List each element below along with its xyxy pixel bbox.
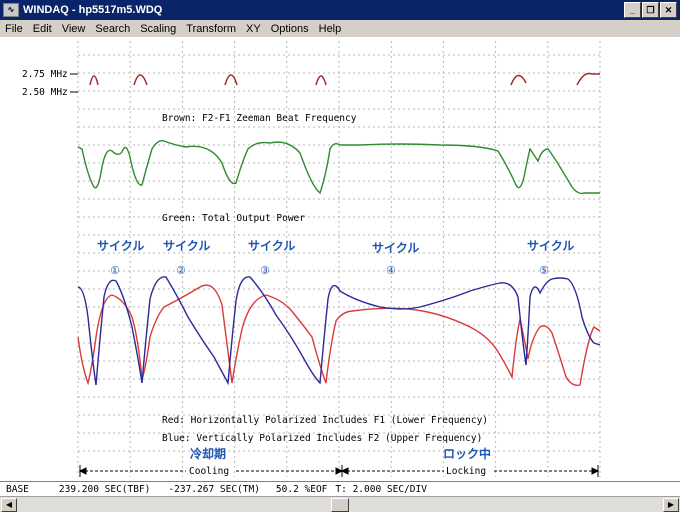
scroll-right-icon[interactable]: ▶: [663, 498, 679, 512]
menu-view[interactable]: View: [57, 23, 91, 35]
cycle-label-4: サイクル: [372, 241, 419, 255]
cycle-number-3: ③: [260, 264, 270, 277]
status-eof: 50.2 %EOF: [275, 484, 328, 495]
red-label: Red: Horizontally Polarized Includes F1 …: [162, 415, 488, 426]
cycle-number-2: ②: [176, 264, 186, 277]
title-bar: ∿ WINDAQ - hp5517m5.WDQ _ ❐ ✕: [0, 0, 680, 20]
window-controls: _ ❐ ✕: [624, 2, 677, 18]
locking-jp-label: ロック中: [443, 446, 491, 461]
status-bar: BASE 239.200 SEC(TBF) -237.267 SEC(TM) 5…: [0, 481, 680, 497]
menu-help[interactable]: Help: [314, 23, 347, 35]
cycle-number-5: ⑤: [539, 264, 549, 277]
scroll-thumb[interactable]: [331, 498, 349, 512]
status-tm: -237.267 SEC(TM): [168, 484, 260, 495]
status-tbf: 239.200 SEC(TBF): [58, 484, 151, 495]
menu-xy[interactable]: XY: [241, 23, 266, 35]
menu-scaling[interactable]: Scaling: [135, 23, 181, 35]
brown-label: Brown: F2-F1 Zeeman Beat Frequency: [162, 113, 357, 124]
window-title: WINDAQ - hp5517m5.WDQ: [23, 4, 163, 16]
menu-file[interactable]: File: [0, 23, 28, 35]
cycle-label-1: サイクル: [97, 239, 144, 253]
cooling-jp-label: 冷却期: [190, 446, 226, 461]
cycle-number-1: ①: [110, 264, 120, 277]
wave-icon[interactable]: ∿: [3, 3, 19, 17]
restore-button[interactable]: ❐: [642, 2, 659, 18]
menu-bar: File Edit View Search Scaling Transform …: [0, 20, 680, 38]
waveform-plot[interactable]: 2.75 MHz 2.50 MHz Brown: F2-F1 Zeeman Be…: [0, 37, 680, 481]
cooling-en-label: Cooling: [189, 466, 229, 477]
menu-options[interactable]: Options: [266, 23, 314, 35]
status-time-per-div: T: 2.000 SEC/DIV: [335, 484, 427, 495]
y-label-275: 2.75 MHz: [22, 69, 68, 80]
locking-en-label: Locking: [446, 466, 486, 477]
horizontal-scrollbar[interactable]: ◀ ▶: [0, 496, 680, 512]
status-base: BASE: [6, 484, 29, 495]
minimize-button[interactable]: _: [624, 2, 641, 18]
scroll-left-icon[interactable]: ◀: [1, 498, 17, 512]
cycle-label-5: サイクル: [527, 239, 574, 253]
close-button[interactable]: ✕: [660, 2, 677, 18]
y-label-250: 2.50 MHz: [22, 87, 68, 98]
green-label: Green: Total Output Power: [162, 213, 305, 224]
menu-transform[interactable]: Transform: [181, 23, 241, 35]
menu-edit[interactable]: Edit: [28, 23, 57, 35]
cycle-number-4: ④: [386, 264, 396, 277]
blue-label: Blue: Vertically Polarized Includes F2 (…: [162, 433, 482, 444]
cycle-label-2: サイクル: [163, 239, 210, 253]
menu-search[interactable]: Search: [90, 23, 135, 35]
cycle-label-3: サイクル: [248, 239, 295, 253]
